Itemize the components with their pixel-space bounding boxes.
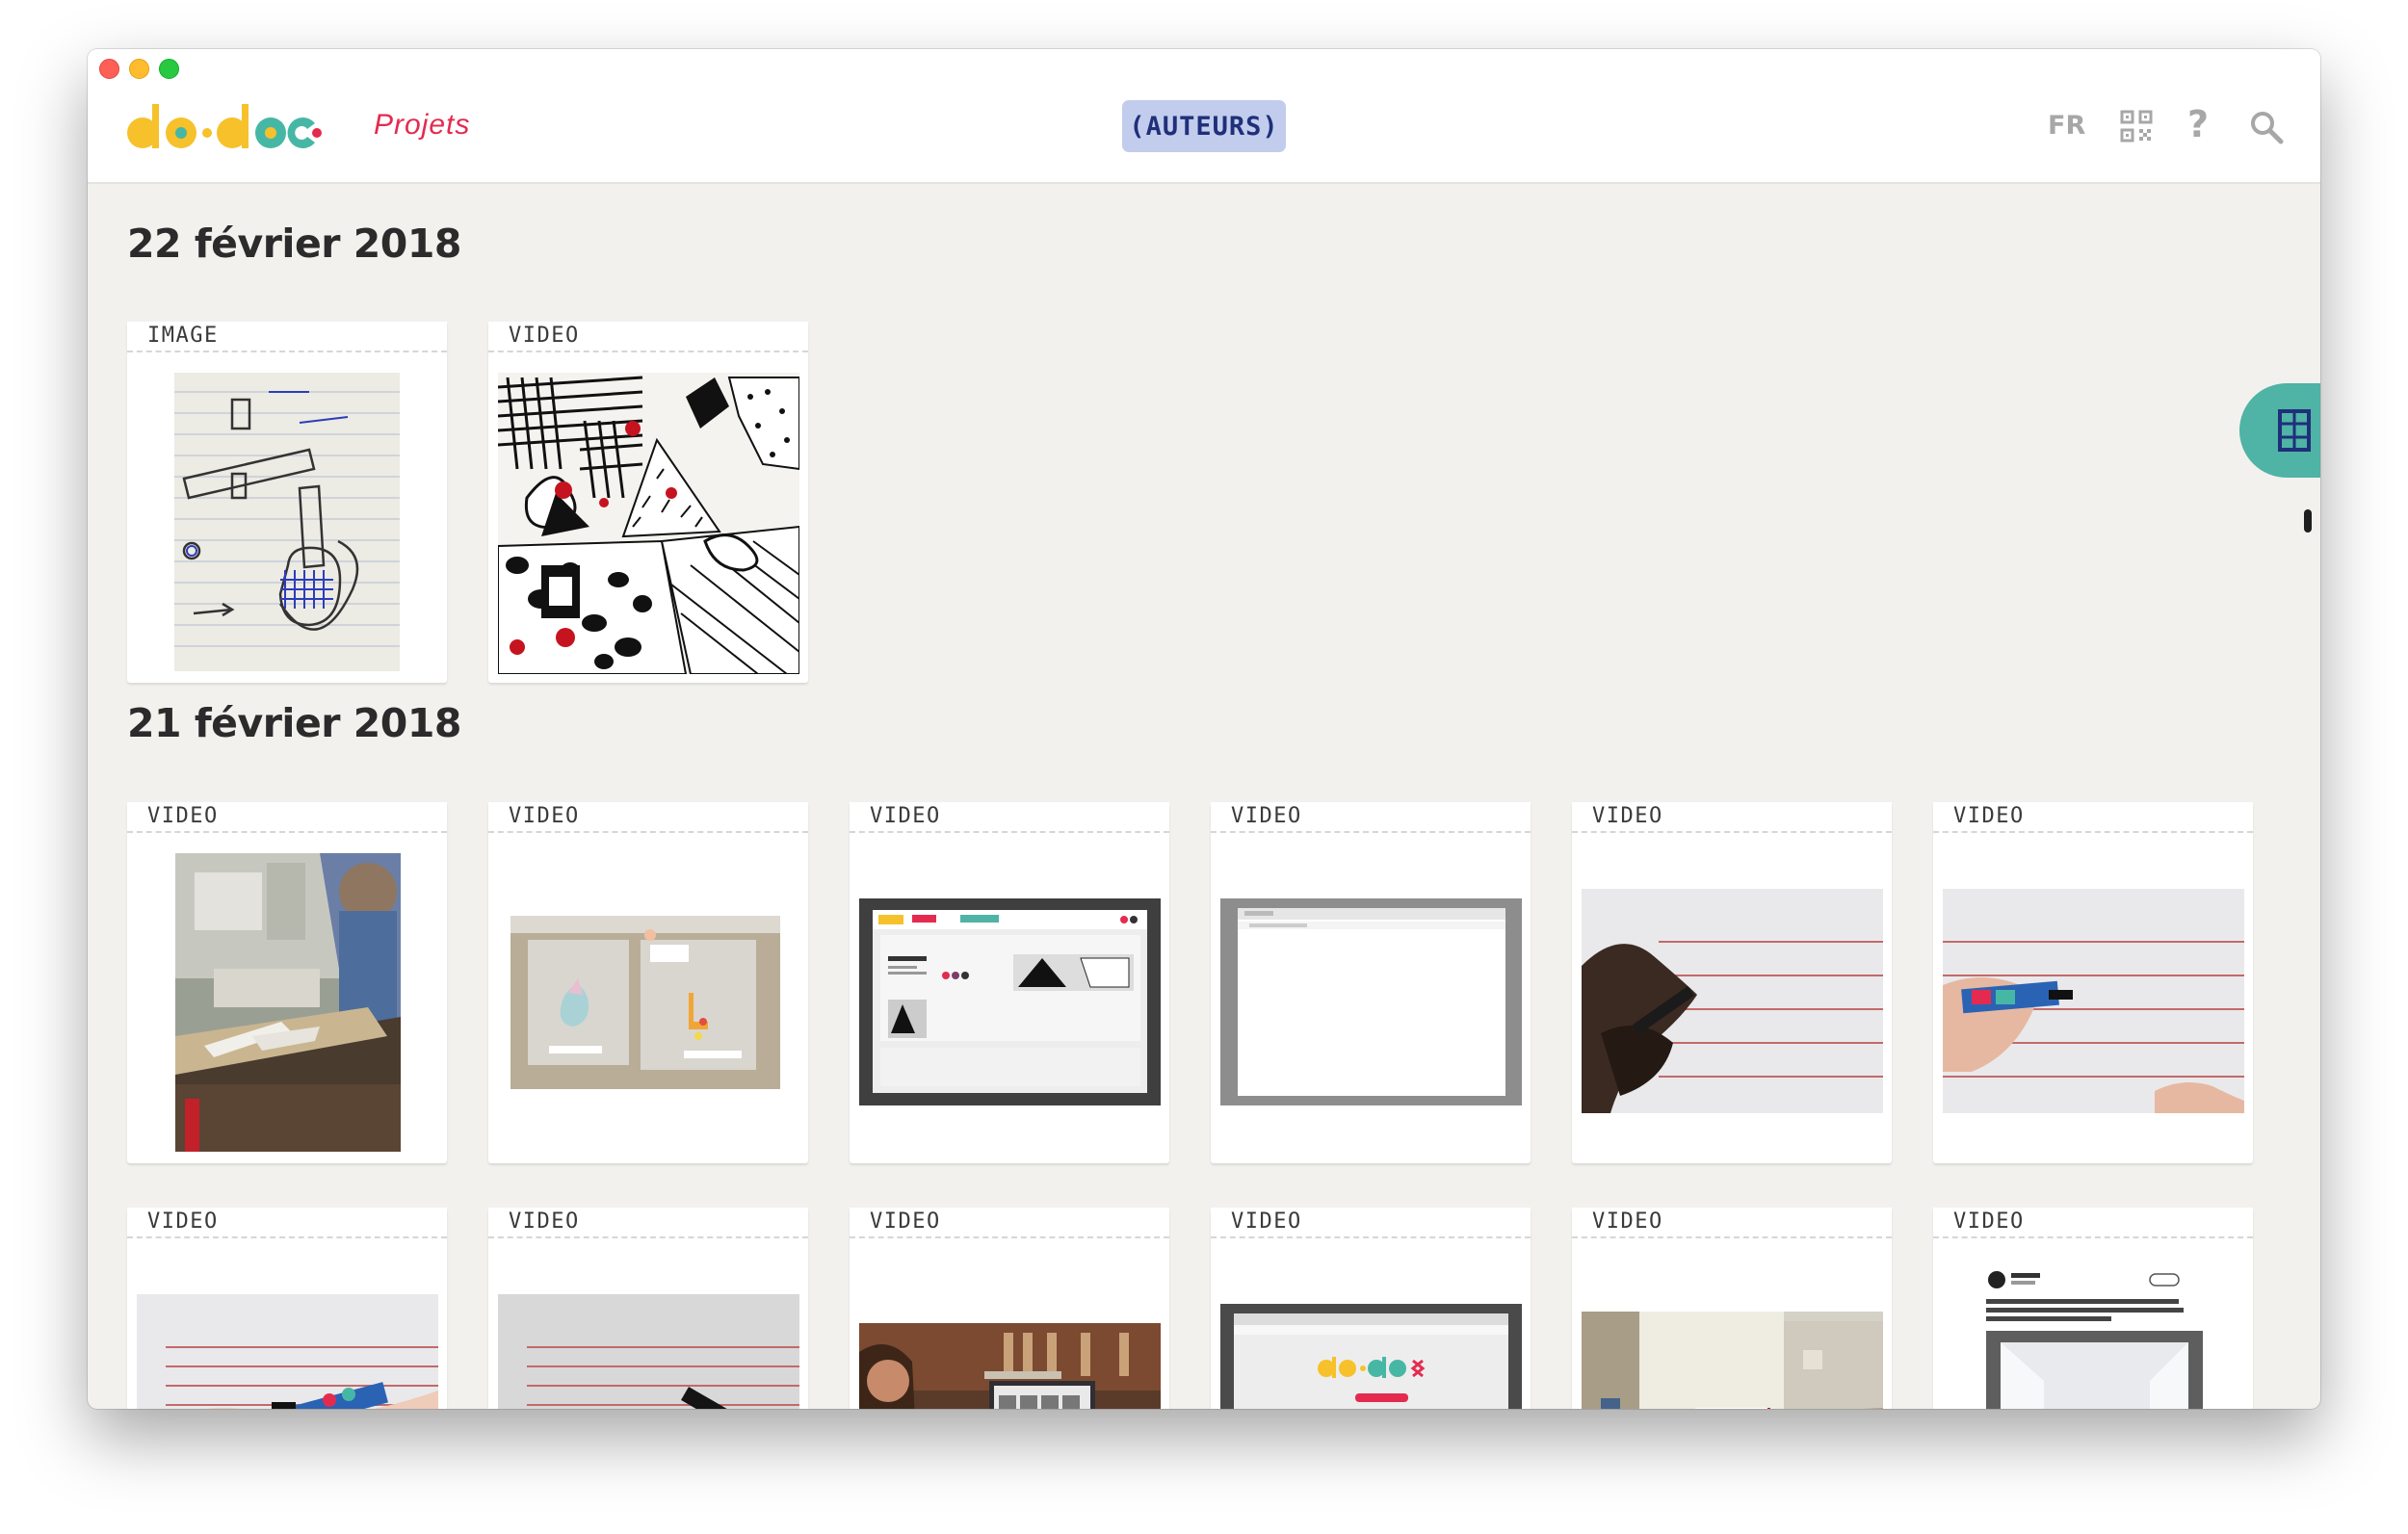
media-type-label: VIDEO [1933,1208,2253,1238]
qr-code-icon[interactable] [2120,110,2153,143]
close-window-button[interactable] [99,59,119,79]
media-card[interactable]: VIDEO [488,802,808,1163]
media-card[interactable]: VIDEO [127,1208,447,1409]
media-type-label: VIDEO [1572,1208,1892,1238]
media-type-label: VIDEO [127,1208,447,1238]
media-card[interactable]: VIDEO [127,802,447,1163]
date-section: 21 février 2018 [127,700,461,746]
media-type-label: VIDEO [488,1208,808,1238]
media-type-label: VIDEO [488,322,808,352]
help-icon[interactable]: ? [2187,103,2209,145]
media-type-label: IMAGE [127,322,447,352]
thumbnail-image [859,898,1161,1105]
thumbnail-image [859,1323,1161,1409]
scrollbar-thumb[interactable] [2304,509,2312,533]
media-type-label: VIDEO [850,1208,1169,1238]
media-card[interactable]: VIDEO [1933,1208,2253,1409]
media-card[interactable]: VIDEO [488,1208,808,1409]
media-card[interactable]: IMAGE [127,322,447,683]
media-card[interactable]: VIDEO [1572,802,1892,1163]
thumbnail-image [498,373,799,674]
thumbnail-image [1220,1304,1522,1409]
do-doc-logo[interactable] [126,102,328,152]
top-bar: Projets (AUTEURS) FR ? [88,49,2320,184]
media-card[interactable]: VIDEO [1933,802,2253,1163]
card-row: VIDEO VIDEO VIDEO VIDEO VIDEO VIDEO [127,802,2253,1163]
thumbnail-image [1582,889,1883,1113]
media-card[interactable]: VIDEO [850,1208,1169,1409]
window-controls [99,59,179,79]
search-icon[interactable] [2249,110,2284,144]
thumbnail-image [174,373,400,671]
projects-link[interactable]: Projets [374,109,470,142]
thumbnail-image [498,1294,799,1409]
media-card[interactable]: VIDEO [1572,1208,1892,1409]
media-card[interactable]: VIDEO [850,802,1169,1163]
card-row: IMAGE VIDEO [127,322,808,683]
thumbnail-image [137,1294,438,1409]
minimize-window-button[interactable] [129,59,149,79]
media-type-label: VIDEO [1572,802,1892,833]
media-type-label: VIDEO [1211,1208,1531,1238]
panel-icon [2278,409,2311,452]
thumbnail-image [175,853,401,1152]
media-type-label: VIDEO [1933,802,2253,833]
media-type-label: VIDEO [1211,802,1531,833]
thumbnail-image [510,916,780,1089]
thumbnail-image [1986,1265,2203,1409]
language-button[interactable]: FR [2048,111,2085,141]
media-timeline[interactable]: 22 février 2018 IMAGE VIDEO 21 février 2… [88,184,2320,1409]
media-type-label: VIDEO [127,802,447,833]
maximize-window-button[interactable] [159,59,179,79]
authors-button[interactable]: (AUTEURS) [1122,100,1286,152]
thumbnail-image [1943,889,2244,1113]
media-card[interactable]: VIDEO [1211,1208,1531,1409]
thumbnail-image [1220,898,1522,1105]
section-date-title: 22 février 2018 [127,221,461,267]
section-date-title: 21 février 2018 [127,700,461,746]
media-type-label: VIDEO [488,802,808,833]
media-card[interactable]: VIDEO [1211,802,1531,1163]
thumbnail-image [1582,1312,1883,1409]
media-type-label: VIDEO [850,802,1169,833]
app-window: Projets (AUTEURS) FR ? 22 février 2018 I… [88,49,2320,1409]
logo-icon [127,104,322,148]
date-section: 22 février 2018 [127,221,461,267]
card-row: VIDEO VIDEO VIDEO VIDEO VIDEO VIDEO [127,1208,2253,1409]
media-card[interactable]: VIDEO [488,322,808,683]
